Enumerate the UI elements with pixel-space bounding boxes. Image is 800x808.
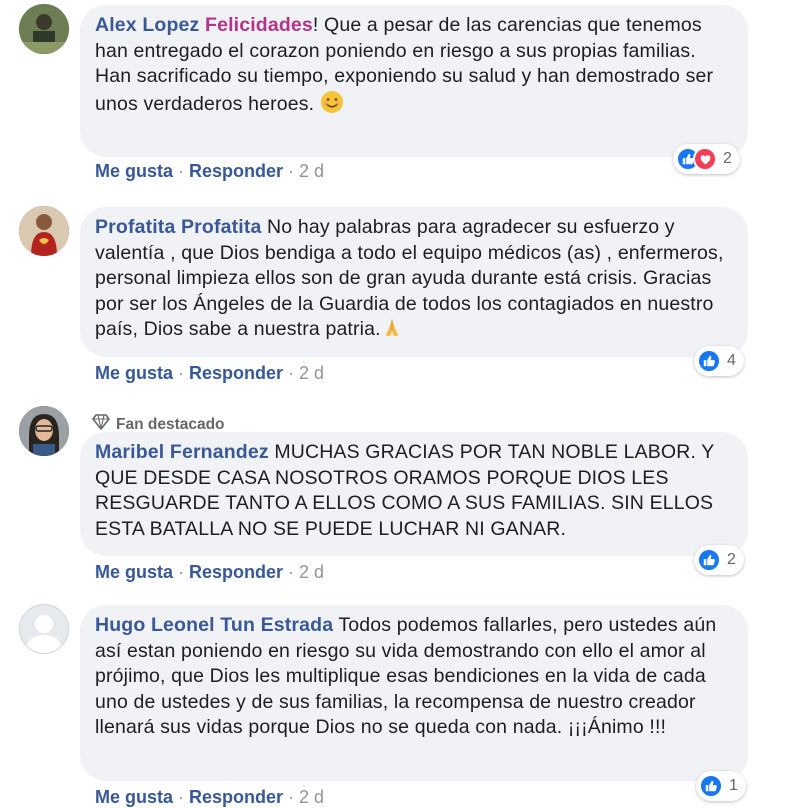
reactions-summary[interactable]: 1 bbox=[696, 771, 746, 801]
like-link[interactable]: Me gusta bbox=[95, 161, 173, 181]
comment-actions: Me gusta · Responder · 2 d bbox=[95, 561, 324, 583]
reactions-summary[interactable]: 4 bbox=[694, 346, 744, 376]
comment-actions: Me gusta · Responder · 2 d bbox=[95, 362, 324, 384]
highlighted-word[interactable]: Felicidades bbox=[205, 14, 313, 36]
timestamp[interactable]: 2 d bbox=[299, 787, 324, 807]
separator: · bbox=[178, 562, 185, 582]
separator: · bbox=[178, 363, 185, 383]
comment-bubble: Profatita Profatita No hay palabras para… bbox=[80, 207, 748, 357]
timestamp[interactable]: 2 d bbox=[299, 161, 324, 181]
comment-bubble: Alex Lopez Felicidades! Que a pesar de l… bbox=[80, 5, 748, 157]
reactions-summary[interactable]: 2 bbox=[694, 545, 744, 575]
folded-hands-emoji bbox=[381, 317, 403, 347]
avatar[interactable] bbox=[19, 206, 69, 256]
timestamp[interactable]: 2 d bbox=[299, 363, 324, 383]
separator: · bbox=[178, 787, 185, 807]
comment-bubble: Hugo Leonel Tun Estrada Todos podemos fa… bbox=[80, 605, 748, 781]
like-link[interactable]: Me gusta bbox=[95, 363, 173, 383]
avatar[interactable] bbox=[19, 406, 69, 456]
reaction-count: 2 bbox=[723, 150, 732, 167]
comment-bubble: Maribel Fernandez MUCHAS GRACIAS POR TAN… bbox=[80, 432, 748, 556]
reactions-summary[interactable]: 2 bbox=[673, 144, 740, 174]
separator: · bbox=[288, 161, 295, 181]
heart-icon bbox=[693, 147, 717, 171]
comment-actions: Me gusta · Responder · 2 d bbox=[95, 786, 324, 808]
like-link[interactable]: Me gusta bbox=[95, 787, 173, 807]
comment-actions: Me gusta · Responder · 2 d bbox=[95, 160, 324, 182]
comment-author[interactable]: Alex Lopez bbox=[95, 14, 199, 36]
thumbs-up-icon bbox=[697, 548, 721, 572]
smiling-face-emoji bbox=[320, 90, 344, 122]
reply-link[interactable]: Responder bbox=[189, 161, 283, 181]
badge-label: Fan destacado bbox=[116, 415, 225, 433]
timestamp[interactable]: 2 d bbox=[299, 562, 324, 582]
reply-link[interactable]: Responder bbox=[189, 363, 283, 383]
separator: · bbox=[288, 787, 295, 807]
reaction-count: 2 bbox=[727, 551, 736, 568]
avatar[interactable] bbox=[19, 4, 69, 54]
avatar[interactable] bbox=[19, 604, 69, 654]
comment-author[interactable]: Maribel Fernandez bbox=[95, 441, 269, 463]
thumbs-up-icon bbox=[699, 774, 723, 798]
like-link[interactable]: Me gusta bbox=[95, 562, 173, 582]
reply-link[interactable]: Responder bbox=[189, 562, 283, 582]
reaction-count: 1 bbox=[729, 777, 738, 794]
separator: · bbox=[178, 161, 185, 181]
separator: · bbox=[288, 562, 295, 582]
reaction-count: 4 bbox=[727, 352, 736, 369]
thumbs-up-icon bbox=[697, 349, 721, 373]
reply-link[interactable]: Responder bbox=[189, 787, 283, 807]
comment-author[interactable]: Hugo Leonel Tun Estrada bbox=[95, 614, 333, 636]
comment-author[interactable]: Profatita Profatita bbox=[95, 216, 261, 238]
separator: · bbox=[288, 363, 295, 383]
